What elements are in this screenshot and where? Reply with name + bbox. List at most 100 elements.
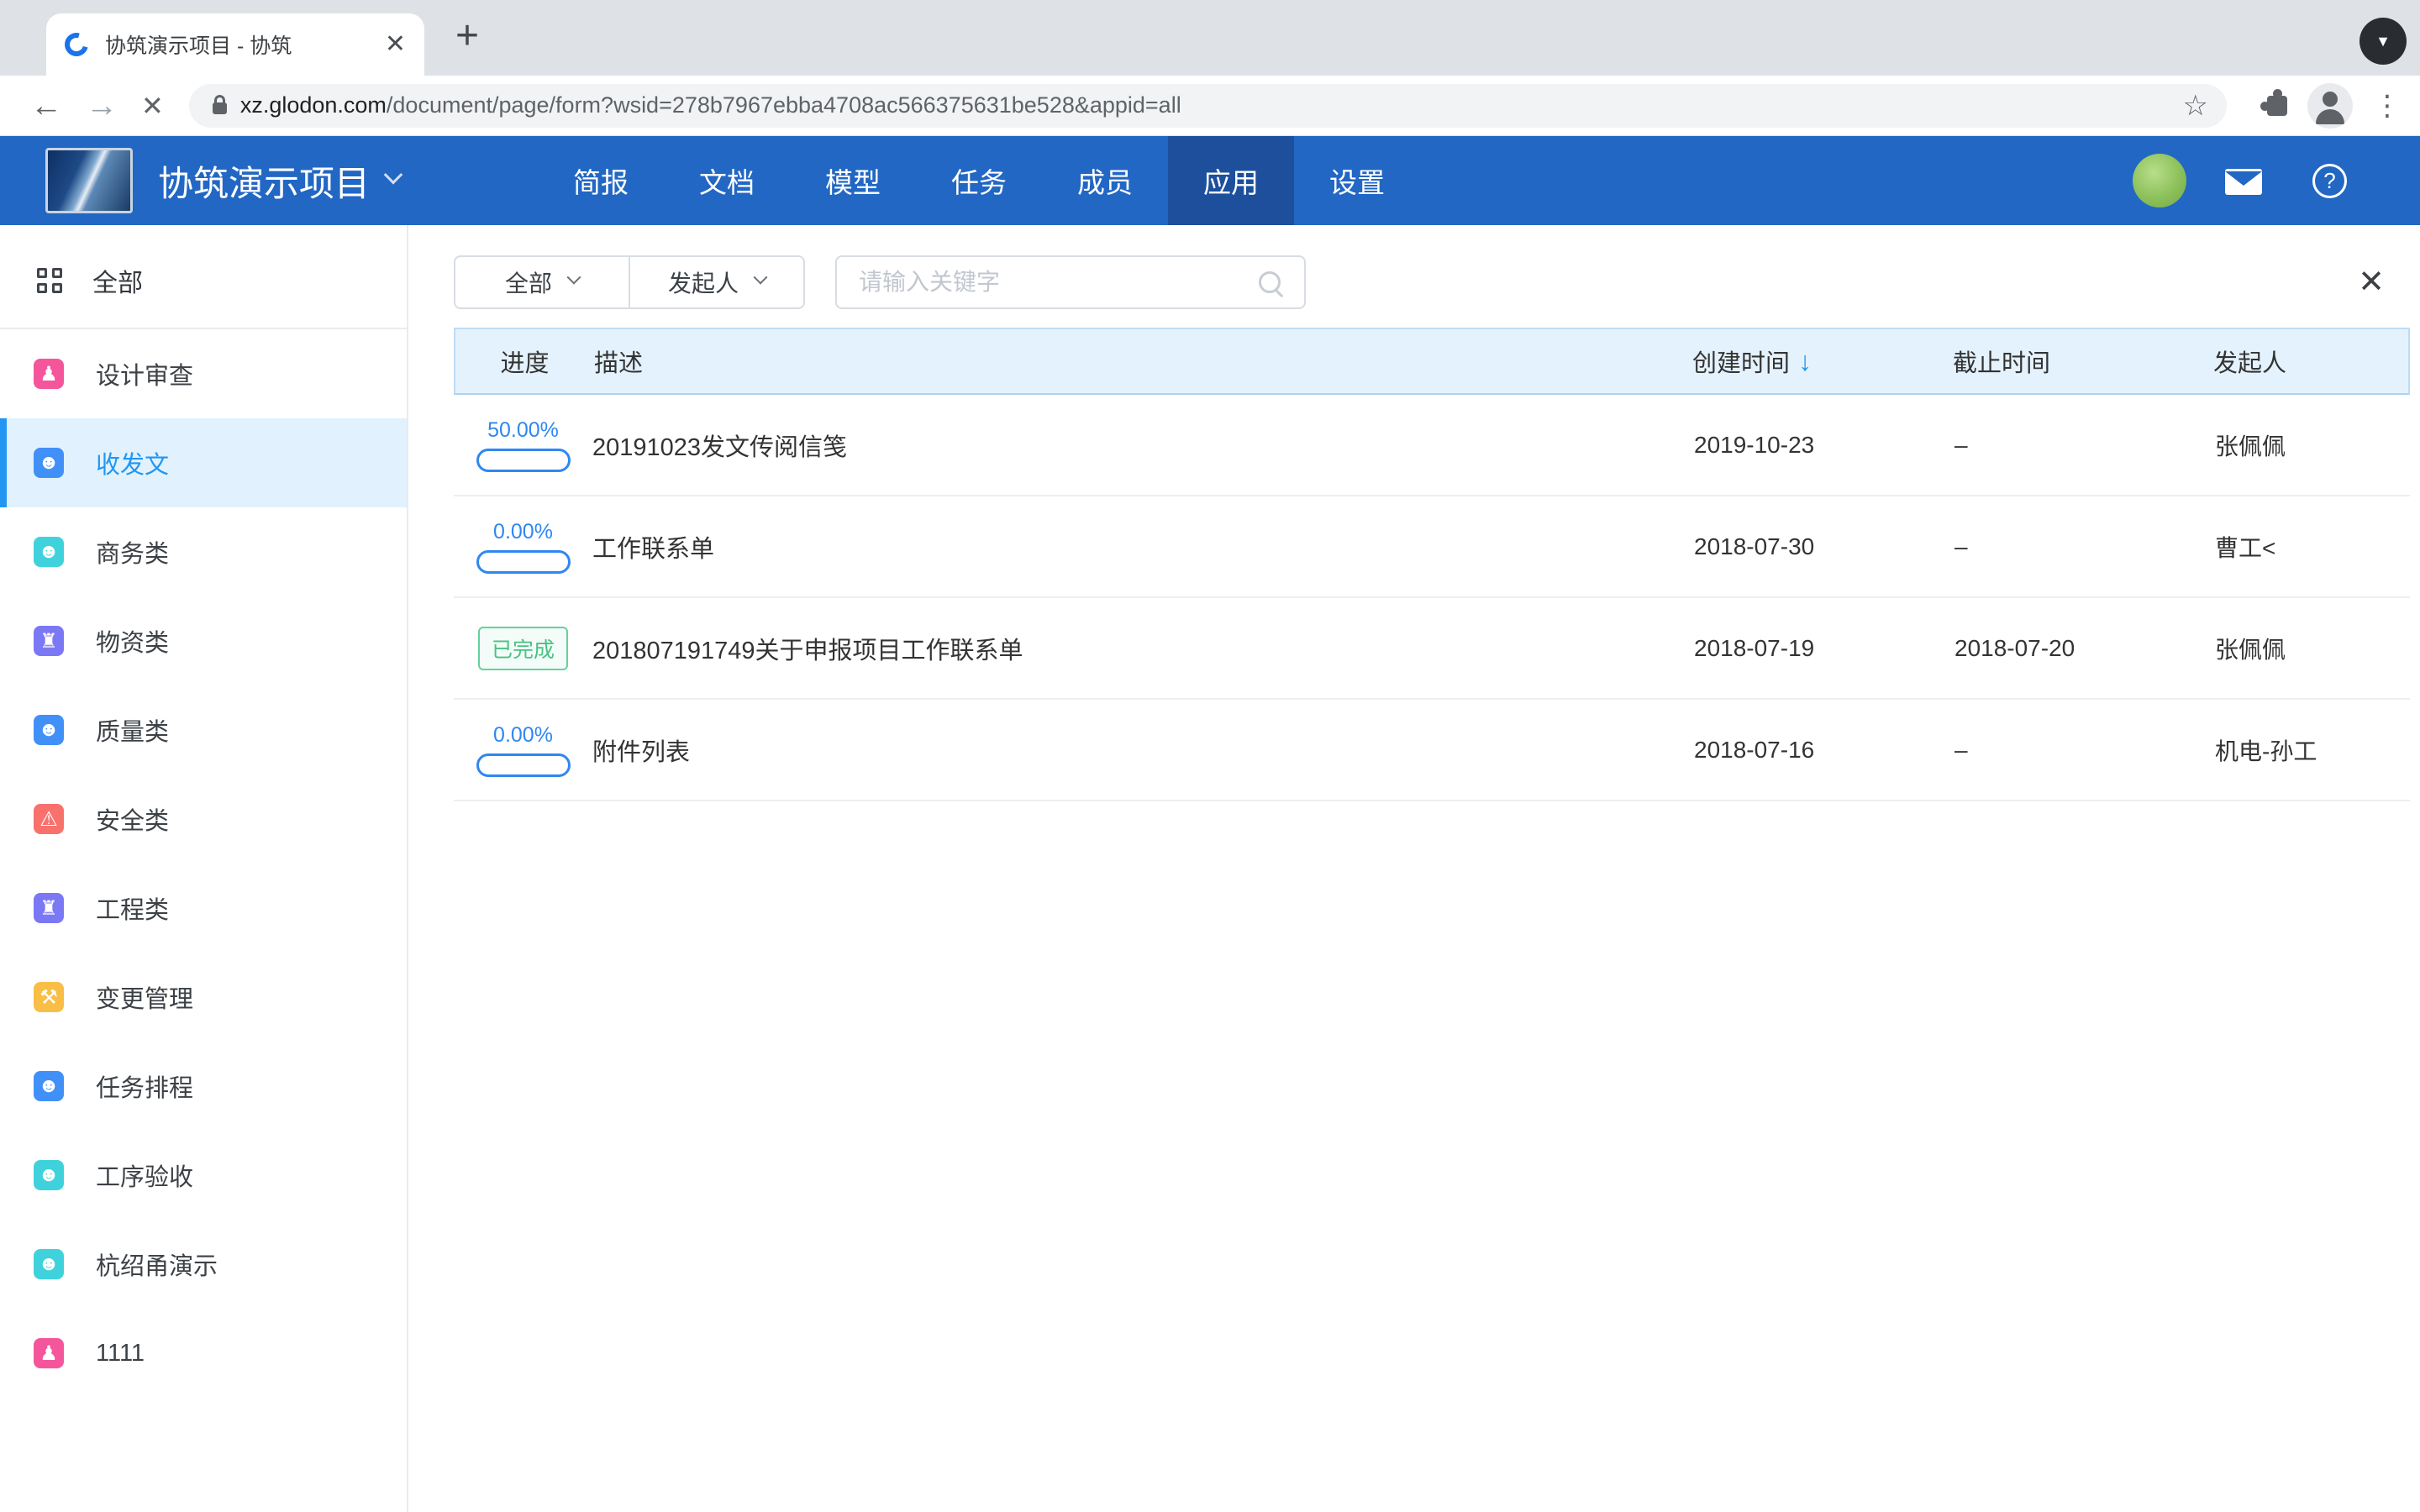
user-avatar[interactable]: [2133, 154, 2186, 207]
row-due-date: –: [1948, 737, 2208, 764]
browser-tab[interactable]: 协筑演示项目 - 协筑 ✕: [46, 13, 424, 76]
worker-helmet-icon: ☻: [34, 715, 64, 745]
column-header-progress: 进度: [455, 344, 594, 379]
row-due-date: 2018-07-20: [1948, 635, 2208, 662]
sidebar-item-all[interactable]: 全部: [0, 234, 407, 328]
table-row[interactable]: 50.00% 20191023发文传阅信笺 2019-10-23 – 张佩佩: [454, 395, 2410, 496]
search-icon[interactable]: [1259, 271, 1281, 293]
browser-profile-avatar[interactable]: [2307, 83, 2353, 129]
help-icon[interactable]: ?: [2312, 164, 2347, 198]
progress-percent: 0.00%: [493, 723, 553, 748]
column-header-created[interactable]: 创建时间 ↓: [1686, 344, 1946, 379]
field-filter-value: 发起人: [668, 265, 739, 299]
project-title: 协筑演示项目: [158, 155, 370, 207]
sidebar-item-safety[interactable]: ⚠ 安全类: [0, 774, 407, 864]
type-filter-dropdown[interactable]: 全部: [455, 257, 629, 307]
close-panel-icon[interactable]: ✕: [2358, 266, 2385, 298]
chevron-down-icon: [754, 270, 768, 285]
project-switcher[interactable]: 协筑演示项目: [158, 155, 400, 207]
sidebar-item-business[interactable]: ☻ 商务类: [0, 507, 407, 596]
lock-icon[interactable]: [213, 102, 227, 114]
row-due-date: –: [1948, 533, 2208, 560]
row-created-date: 2018-07-16: [1687, 737, 1948, 764]
table-row[interactable]: 已完成 201807191749关于申报项目工作联系单 2018-07-19 2…: [454, 598, 2410, 700]
sidebar-item-quality[interactable]: ☻ 质量类: [0, 685, 407, 774]
tab-strip: 协筑演示项目 - 协筑 ✕ + ▼: [0, 0, 2420, 76]
filter-dropdown-group: 全部 发起人: [454, 255, 805, 309]
sidebar-item-task-scheduling[interactable]: ☻ 任务排程: [0, 1042, 407, 1131]
app-sidebar: 全部 ♟ 设计审查 ☻ 收发文 ☻ 商务类 ♜ 物资类 ☻ 质量类: [0, 225, 408, 1512]
sidebar-item-design-review[interactable]: ♟ 设计审查: [0, 329, 407, 418]
stop-loading-button[interactable]: ✕: [141, 92, 164, 119]
sidebar-item-label: 工程类: [96, 890, 169, 926]
row-due-date: –: [1948, 432, 2208, 459]
nav-tab-settings[interactable]: 设置: [1294, 136, 1420, 225]
people-icon: ☻: [34, 1249, 64, 1279]
sidebar-item-label: 质量类: [96, 712, 169, 748]
sidebar-all-label: 全部: [92, 262, 143, 299]
status-badge: 已完成: [478, 627, 568, 670]
back-button[interactable]: ←: [30, 90, 62, 122]
crane-icon: ♜: [34, 893, 64, 923]
progress-bar: [476, 550, 571, 574]
tab-search-menu-button[interactable]: ▼: [2360, 18, 2407, 65]
sidebar-item-label: 任务排程: [96, 1068, 193, 1104]
extensions-icon[interactable]: [2267, 96, 2287, 116]
tab-title: 协筑演示项目 - 协筑: [105, 29, 375, 60]
column-header-description: 描述: [594, 344, 1686, 379]
url-path: /document/page/form?wsid=278b7967ebba470…: [387, 92, 1181, 118]
field-filter-dropdown[interactable]: 发起人: [629, 257, 803, 307]
sidebar-item-label: 1111: [96, 1340, 145, 1368]
sidebar-item-label: 安全类: [96, 801, 169, 837]
mail-icon[interactable]: [2225, 169, 2262, 195]
progress-bar: [476, 449, 571, 472]
search-box: [835, 255, 1306, 309]
browser-menu-icon[interactable]: ⋮: [2373, 92, 2402, 120]
sidebar-item-1111[interactable]: ♟ 1111: [0, 1309, 407, 1398]
sidebar-item-send-receive-docs[interactable]: ☻ 收发文: [0, 418, 407, 507]
new-tab-button[interactable]: +: [444, 12, 491, 59]
nav-tab-models[interactable]: 模型: [790, 136, 916, 225]
tab-close-icon[interactable]: ✕: [375, 32, 406, 57]
progress-cell: 已完成: [454, 627, 592, 670]
search-input[interactable]: [857, 268, 1259, 297]
row-initiator: 机电-孙工: [2208, 733, 2410, 767]
url-domain: xz.glodon.com: [240, 92, 387, 118]
stamp-icon: ♟: [34, 359, 64, 389]
row-created-date: 2018-07-30: [1687, 533, 1948, 560]
nav-tab-documents[interactable]: 文档: [664, 136, 790, 225]
sort-desc-icon[interactable]: ↓: [1798, 346, 1812, 377]
sidebar-item-change-management[interactable]: ⚒ 变更管理: [0, 953, 407, 1042]
row-created-date: 2019-10-23: [1687, 432, 1948, 459]
nav-tab-members[interactable]: 成员: [1042, 136, 1168, 225]
sidebar-item-materials[interactable]: ♜ 物资类: [0, 596, 407, 685]
project-thumbnail: [45, 148, 133, 213]
type-filter-value: 全部: [505, 265, 552, 299]
worker-helmet-icon: ☻: [34, 1071, 64, 1101]
table-row[interactable]: 0.00% 附件列表 2018-07-16 – 机电-孙工: [454, 700, 2410, 801]
people-icon: ☻: [34, 537, 64, 567]
forward-button[interactable]: →: [86, 90, 118, 122]
progress-percent: 0.00%: [493, 520, 553, 544]
row-initiator: 张佩佩: [2208, 632, 2410, 665]
tools-icon: ⚒: [34, 982, 64, 1012]
browser-toolbar: ← → ✕ xz.glodon.com/document/page/form?w…: [0, 76, 2420, 136]
sidebar-item-hangshaoyong-demo[interactable]: ☻ 杭绍甬演示: [0, 1220, 407, 1309]
row-description: 20191023发文传阅信笺: [592, 428, 1687, 463]
sidebar-item-label: 物资类: [96, 623, 169, 659]
nav-tab-apps[interactable]: 应用: [1168, 136, 1294, 225]
sidebar-item-label: 设计审查: [96, 356, 193, 391]
nav-tab-tasks[interactable]: 任务: [916, 136, 1042, 225]
people-icon: ☻: [34, 1160, 64, 1190]
column-header-initiator: 发起人: [2207, 344, 2408, 379]
bookmark-star-icon[interactable]: ☆: [2183, 89, 2208, 123]
nav-tab-briefing[interactable]: 简报: [538, 136, 664, 225]
sidebar-item-engineering[interactable]: ♜ 工程类: [0, 864, 407, 953]
tab-loading-spinner-icon: [60, 29, 92, 60]
address-bar[interactable]: xz.glodon.com/document/page/form?wsid=27…: [189, 84, 2227, 128]
shield-alert-icon: ⚠: [34, 804, 64, 834]
sidebar-item-process-acceptance[interactable]: ☻ 工序验收: [0, 1131, 407, 1220]
table-row[interactable]: 0.00% 工作联系单 2018-07-30 – 曹工<: [454, 496, 2410, 598]
sidebar-item-label: 变更管理: [96, 979, 193, 1015]
progress-bar: [476, 753, 571, 777]
